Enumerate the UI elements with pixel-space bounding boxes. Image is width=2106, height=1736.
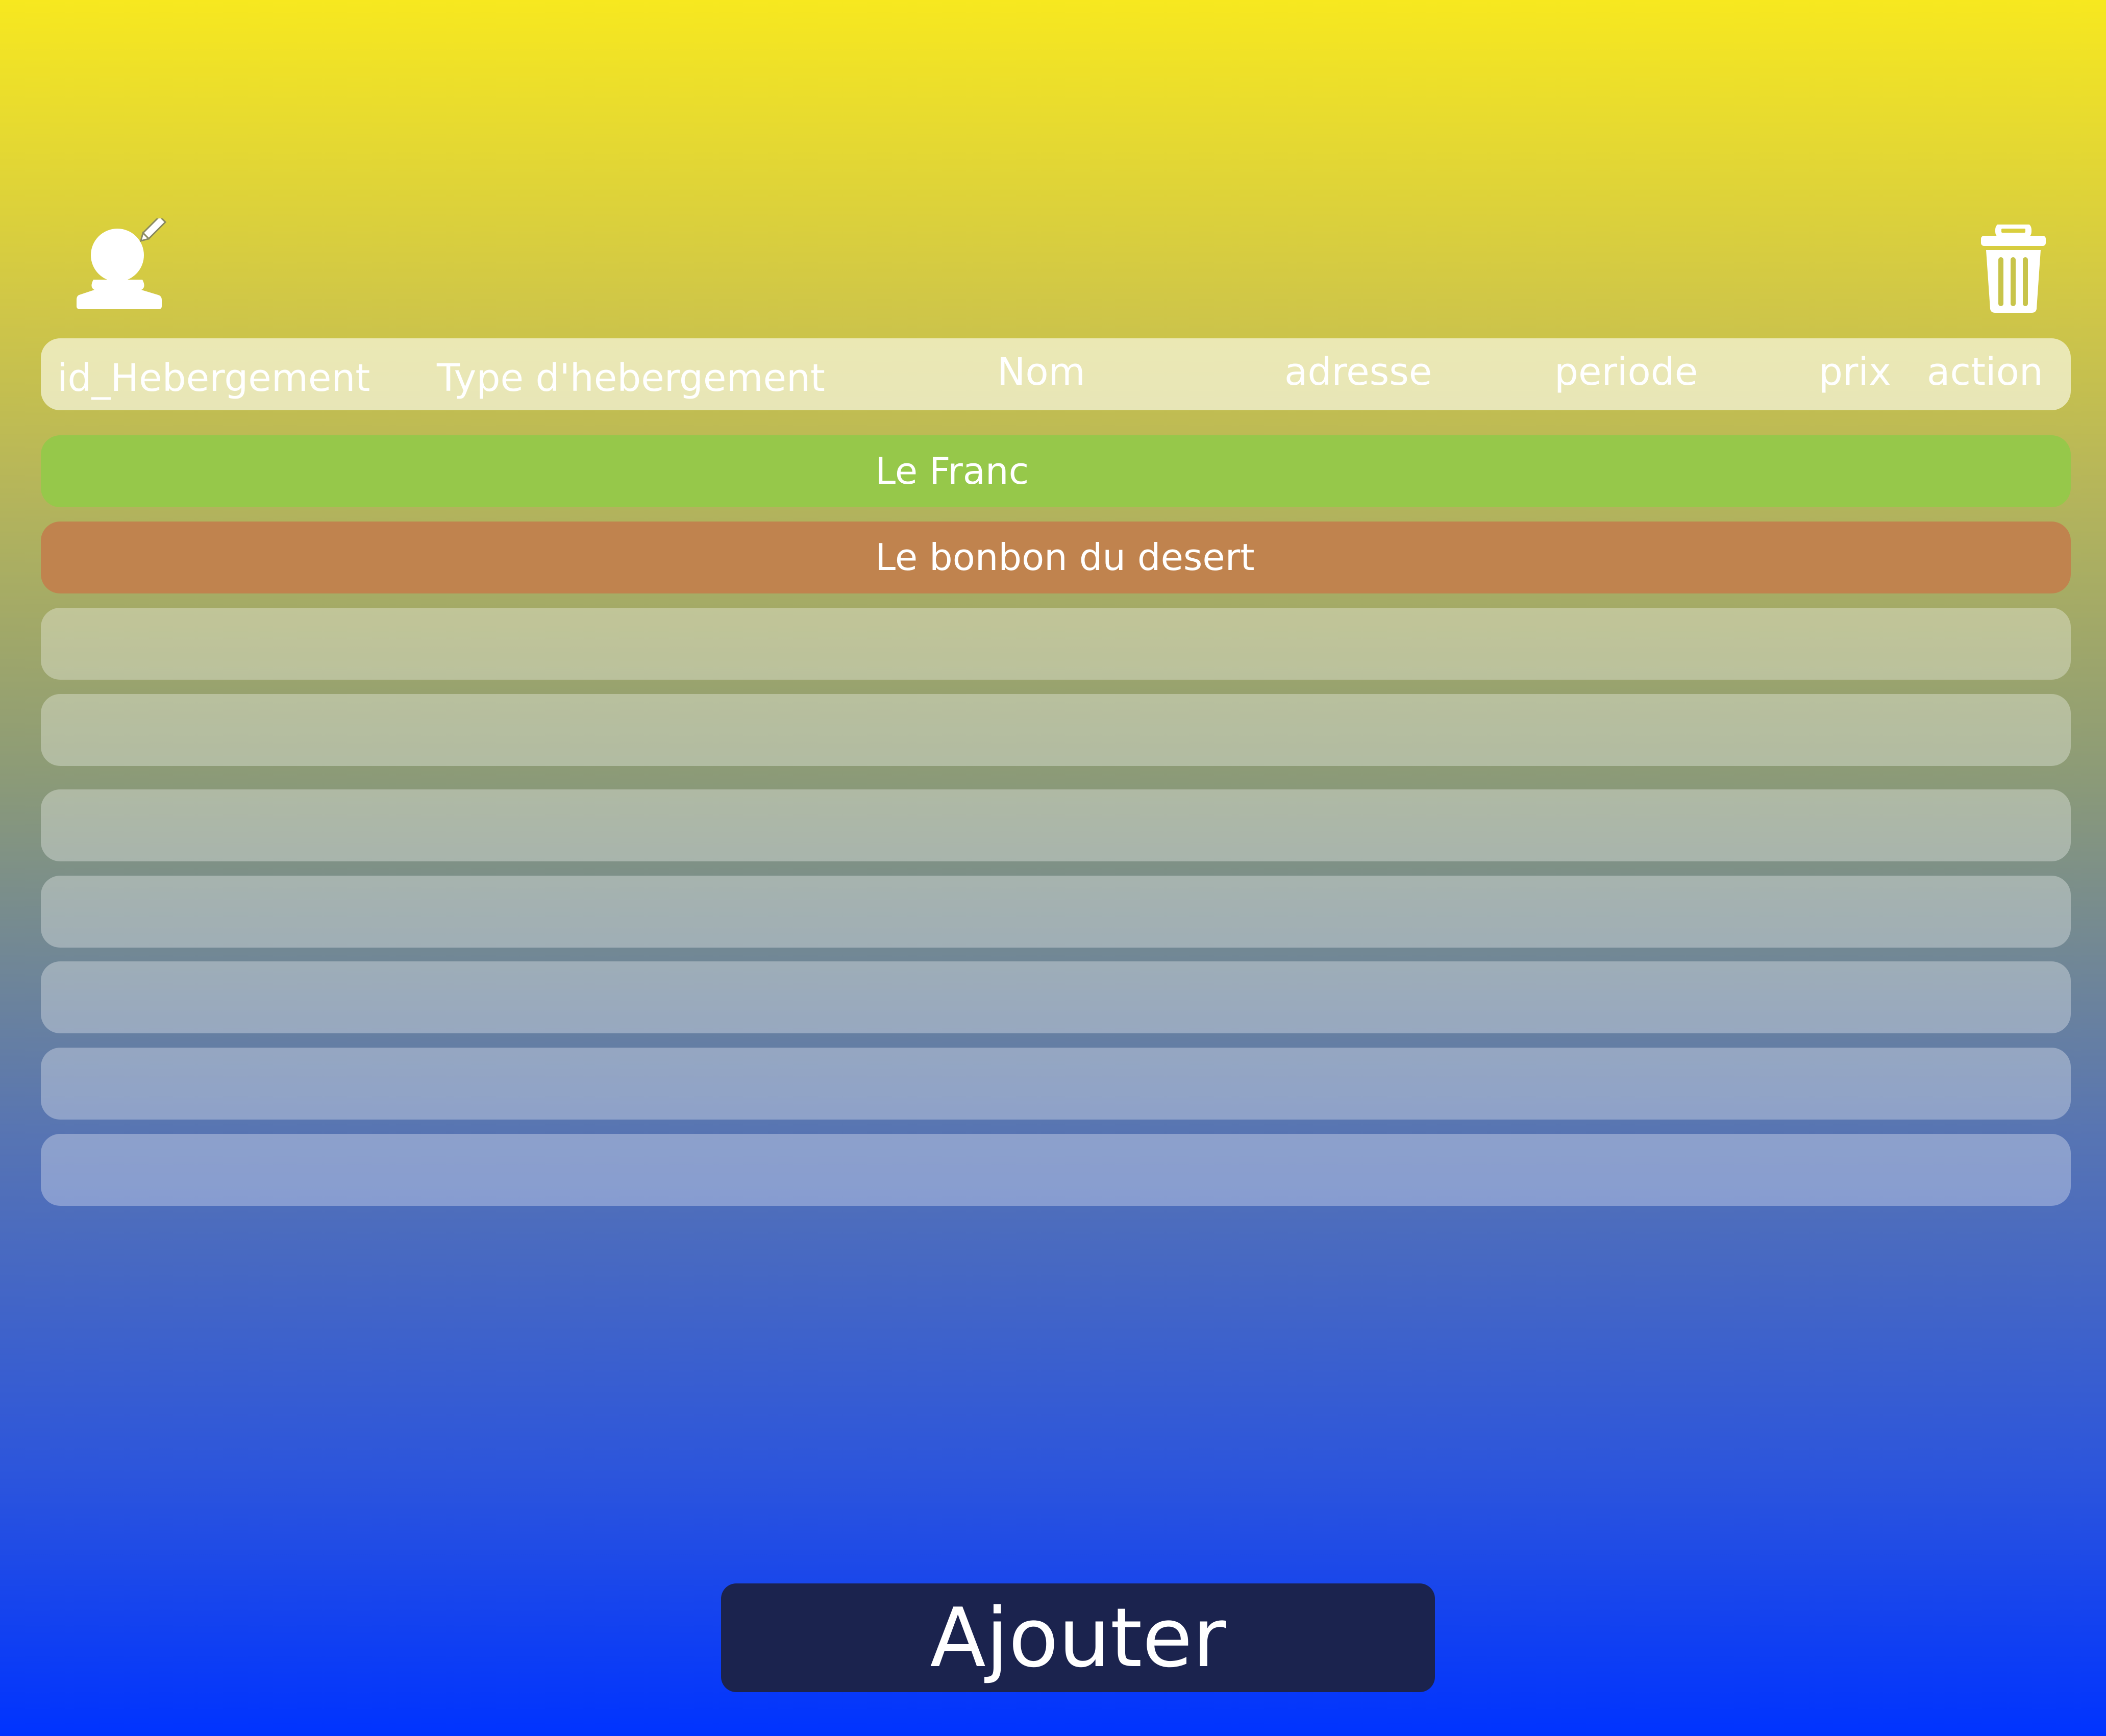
header-prix: prix bbox=[1819, 350, 1891, 394]
add-button[interactable]: Ajouter bbox=[721, 1583, 1435, 1692]
empty-table-row bbox=[41, 1134, 2071, 1206]
header-id-hebergement: id_Hebergement bbox=[57, 356, 370, 400]
empty-table-row bbox=[41, 876, 2071, 948]
header-type-hebergement: Type d'hebergement bbox=[437, 356, 825, 400]
empty-table-row bbox=[41, 694, 2071, 766]
header-nom: Nom bbox=[997, 350, 1085, 394]
header-adresse: adresse bbox=[1284, 350, 1432, 394]
header-action: action bbox=[1927, 350, 2043, 394]
empty-table-row bbox=[41, 961, 2071, 1033]
row-nom: Le bonbon du desert bbox=[875, 536, 1255, 579]
table-row[interactable]: Le bonbon du desert bbox=[41, 522, 2071, 593]
header-periode: periode bbox=[1554, 350, 1698, 394]
table-row[interactable]: Le Franc bbox=[41, 435, 2071, 507]
row-nom: Le Franc bbox=[875, 450, 1029, 492]
empty-table-row bbox=[41, 608, 2071, 680]
edit-user-icon[interactable] bbox=[74, 215, 176, 310]
empty-table-row bbox=[41, 789, 2071, 861]
table-header: id_Hebergement Type d'hebergement Nom ad… bbox=[41, 338, 2071, 410]
trash-icon[interactable] bbox=[1979, 222, 2048, 314]
empty-table-row bbox=[41, 1048, 2071, 1120]
